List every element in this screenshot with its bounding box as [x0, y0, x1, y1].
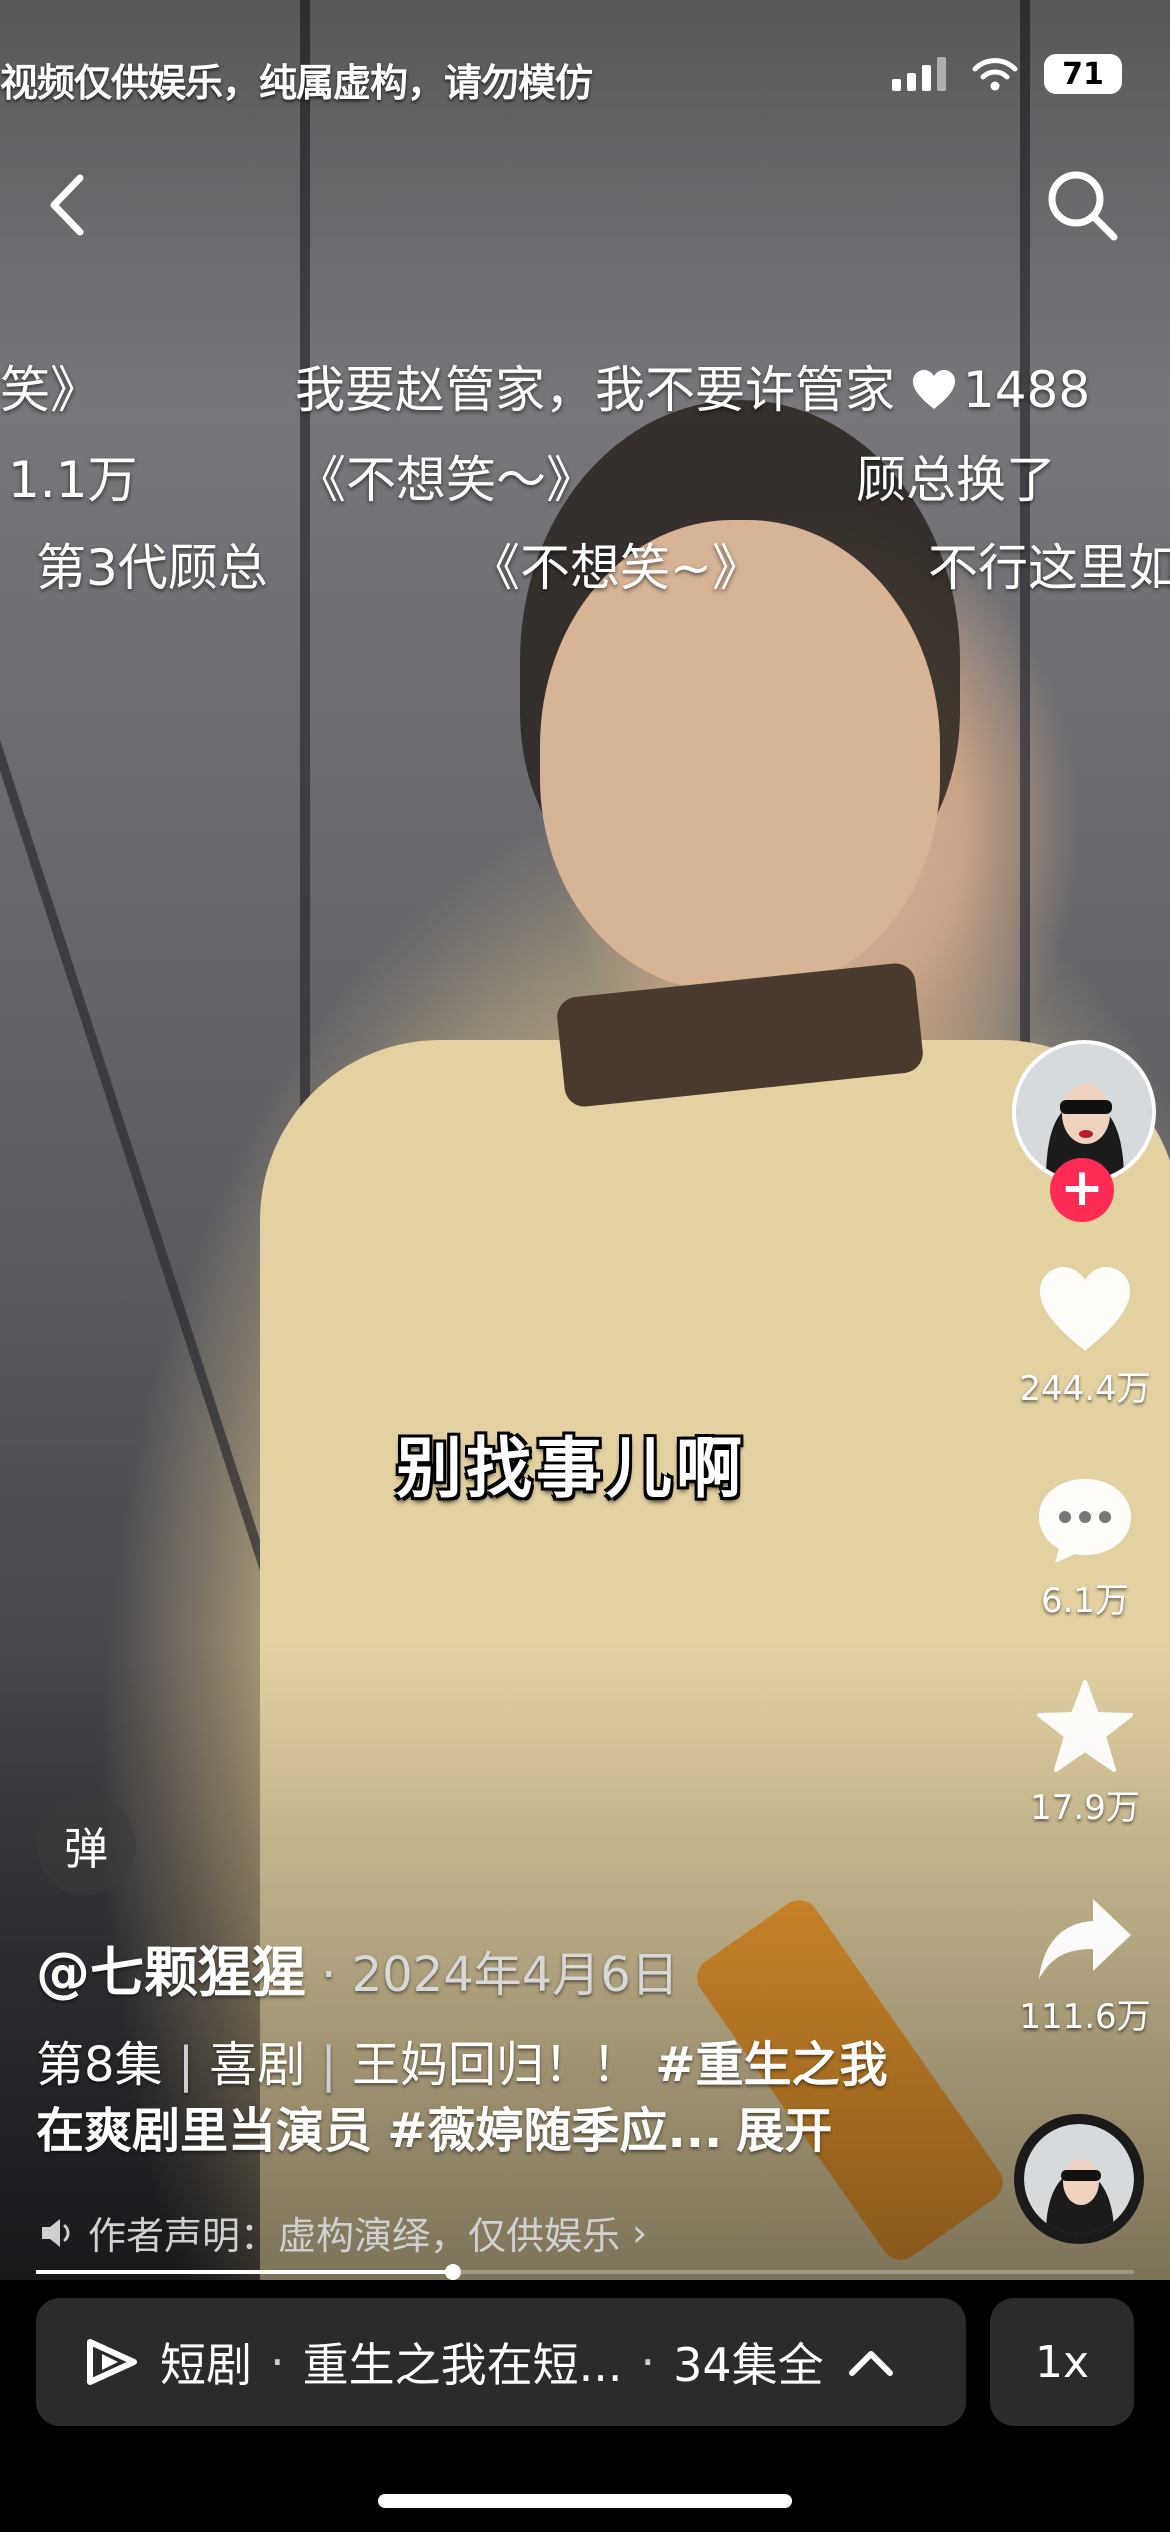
share-icon — [1039, 1899, 1131, 1979]
share-button[interactable]: 111.6万 — [1000, 1895, 1170, 2038]
comment-count: 6.1万 — [1040, 1581, 1130, 1621]
danmaku-item: 笑》 — [0, 361, 100, 419]
heart-icon — [1040, 1267, 1130, 1351]
danmaku-like-count: 1488 — [962, 361, 1091, 419]
follow-button[interactable]: + — [1050, 1158, 1114, 1222]
separator-dot: · — [640, 2335, 656, 2389]
speaker-icon — [42, 2218, 70, 2247]
series-label: 短剧 — [160, 2338, 252, 2392]
playback-speed-button[interactable]: 1x — [990, 2298, 1134, 2426]
home-indicator — [378, 2494, 792, 2508]
star-icon — [1037, 1680, 1133, 1772]
author-line: @七颗猩猩 · 2024年4月6日 — [36, 1928, 679, 2007]
danmaku-item: 《不想笑～》 — [296, 451, 596, 509]
play-series-icon — [87, 2339, 137, 2385]
danmaku-item: 1.1万 — [8, 451, 138, 509]
danmu-toggle-button[interactable]: 弹 — [36, 1795, 136, 1895]
series-bar[interactable]: 短剧 · 重生之我在短... · 34集全 — [36, 2298, 966, 2426]
wifi-icon — [972, 58, 1018, 91]
signal-icon — [892, 57, 946, 91]
progress-fill — [36, 2270, 454, 2274]
genre-label: 喜剧 — [209, 2037, 306, 2093]
episode-title: 王妈回归！！ — [351, 2037, 640, 2093]
status-icons: 71 — [892, 54, 1122, 94]
expand-button[interactable]: 展开 — [736, 2103, 832, 2159]
danmaku-item: 第3代顾总 — [36, 539, 268, 597]
danmaku-item: 不行这里如 — [928, 539, 1170, 597]
danmaku-item: 顾总换了 — [856, 451, 1056, 509]
heart-icon — [912, 370, 955, 409]
series-episodes: 34集全 — [673, 2338, 824, 2392]
disc-avatar-image — [1024, 2124, 1134, 2234]
chevron-right-icon: › — [632, 2210, 648, 2255]
author-notice[interactable]: 作者声明：虚构演绎，仅供娱乐 › — [40, 2205, 647, 2260]
hashtag[interactable]: #薇婷随季应... — [387, 2103, 722, 2159]
separator: | — [320, 2037, 337, 2093]
share-count: 111.6万 — [1019, 1997, 1151, 2037]
episode-label: 第8集 — [36, 2037, 163, 2093]
comment-icon — [1039, 1479, 1131, 1563]
danmaku-item: 我要赵管家，我不要许管家 1488 — [295, 350, 1090, 422]
danmaku-item: 《不想笑~》 — [470, 539, 762, 597]
video-subtitle: 别找事儿啊 — [396, 1430, 746, 1507]
comment-button[interactable]: 6.1万 — [1000, 1475, 1170, 1622]
favorite-count: 17.9万 — [1030, 1788, 1140, 1828]
back-icon[interactable] — [40, 170, 100, 240]
battery-indicator: 71 — [1044, 54, 1122, 94]
separator: | — [177, 2037, 194, 2093]
danmaku-text: 我要赵管家，我不要许管家 — [295, 361, 895, 419]
author-handle[interactable]: @七颗猩猩 — [36, 1941, 306, 2004]
video-progress-bar[interactable] — [36, 2264, 1134, 2280]
video-description[interactable]: 第8集 | 喜剧 | 王妈回归！！ #重生之我在爽剧里当演员 #薇婷随季应...… — [36, 2032, 916, 2164]
favorite-button[interactable]: 17.9万 — [1000, 1678, 1170, 1829]
search-icon[interactable] — [1042, 165, 1122, 245]
status-overlay-text: 视频仅供娱乐，纯属虚构，请勿模仿 — [0, 61, 593, 105]
notice-text: 作者声明：虚构演绎，仅供娱乐 — [88, 2214, 621, 2258]
separator-dot: · — [270, 2335, 285, 2389]
series-title: 重生之我在短... — [302, 2338, 623, 2392]
like-button[interactable]: 244.4万 — [1000, 1265, 1170, 1410]
music-disc[interactable] — [1014, 2114, 1144, 2244]
bottom-panel: 短剧 · 重生之我在短... · 34集全 1x — [0, 2280, 1170, 2532]
post-date: · 2024年4月6日 — [321, 1947, 679, 2003]
chevron-up-icon — [848, 2351, 893, 2376]
like-count: 244.4万 — [1019, 1369, 1151, 1409]
